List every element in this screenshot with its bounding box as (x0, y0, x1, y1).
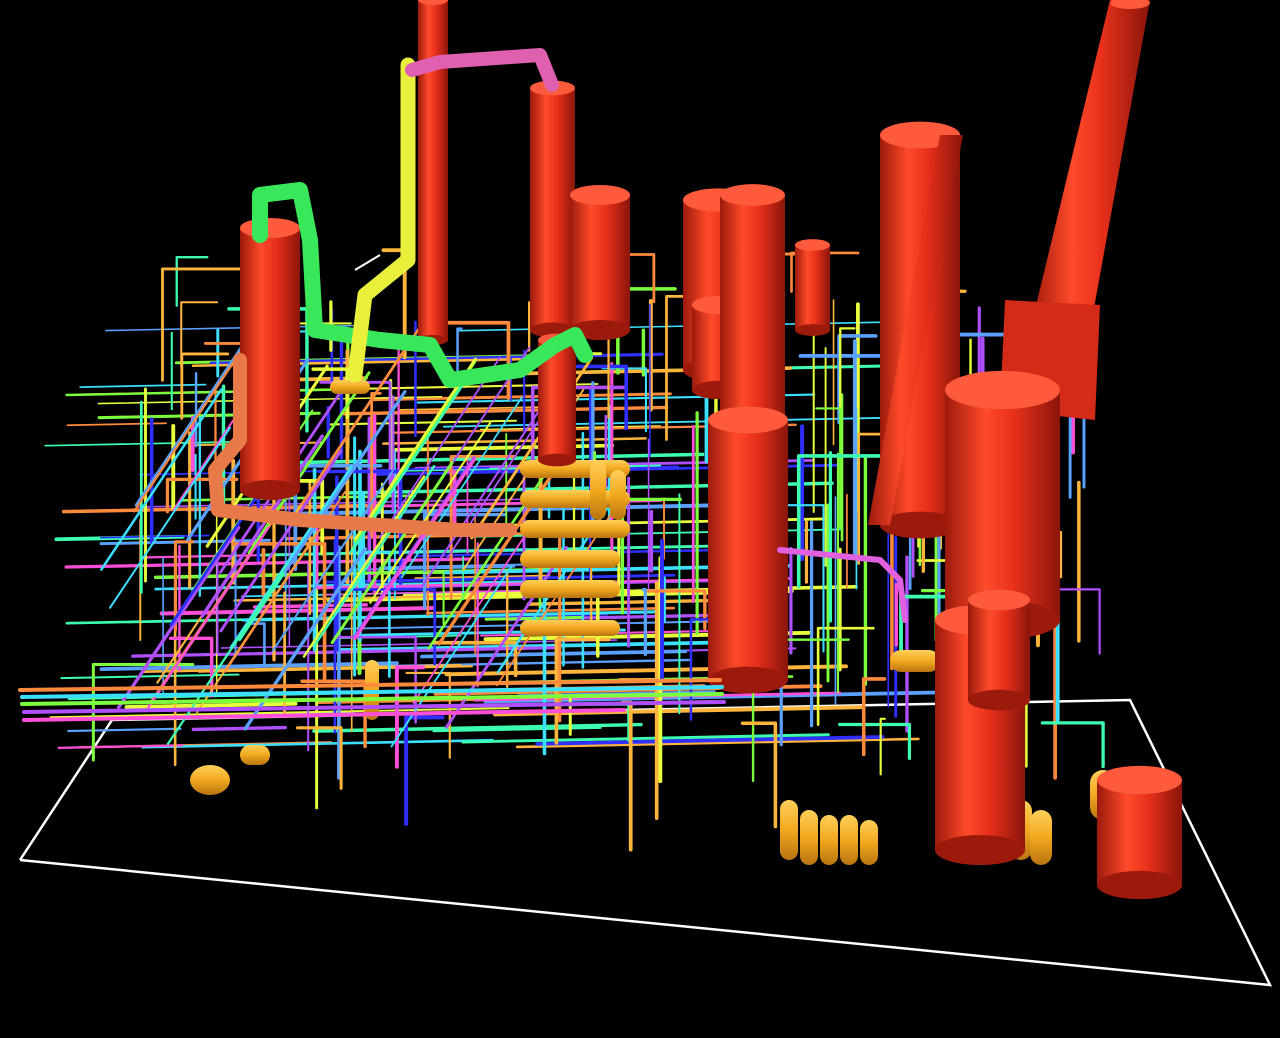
rear-drum-a-top (570, 185, 630, 205)
front-right-column-bottom (935, 835, 1025, 865)
rear-drum-d-top (795, 239, 830, 251)
pipe (347, 57, 416, 383)
equipment-drum (520, 580, 620, 598)
equipment-drum (520, 620, 620, 636)
left-vessel (240, 218, 300, 500)
centre-short-column-bottom (538, 453, 576, 467)
pipe (456, 327, 463, 377)
equipment-drum (240, 745, 270, 765)
front-small-vessel-top (1097, 765, 1182, 795)
front-small-vessel (1097, 765, 1182, 900)
front-mid-vessel-bottom (968, 689, 1030, 711)
pipe (79, 383, 207, 388)
equipment-drum (800, 810, 818, 865)
rear-drum-a (570, 185, 630, 340)
equipment-drum (780, 800, 798, 860)
pipe (100, 534, 210, 539)
equipment-drum (330, 380, 370, 394)
pipe (295, 726, 343, 790)
rear-drum-d-bottom (795, 324, 830, 336)
pipe (573, 364, 628, 431)
pipe (1040, 721, 1105, 769)
front-mid-vessel-top (968, 589, 1030, 611)
left-vessel-body (240, 228, 300, 490)
equipment-drum (860, 820, 878, 865)
left-vessel-bottom (240, 480, 300, 500)
3d-viewport[interactable] (0, 0, 1280, 1038)
equipment-drum (610, 470, 626, 520)
site-boundary-back (354, 254, 381, 271)
left-vessel-top (240, 218, 300, 238)
equipment-drum (890, 650, 940, 672)
main-column (708, 406, 788, 694)
pipe (191, 725, 287, 732)
center-column-body (530, 88, 575, 330)
pipe (175, 256, 209, 307)
main-column-body (708, 420, 788, 680)
main-column-top (708, 406, 788, 434)
tall-flare-stack (1030, 0, 1150, 330)
pipe (180, 301, 219, 369)
front-mid-vessel-body (968, 600, 1030, 700)
center-column (530, 80, 575, 338)
equipment-drum (520, 520, 630, 538)
front-small-vessel-bottom (1097, 870, 1182, 900)
rear-drum-d-body (795, 245, 830, 330)
rear-stack-body (418, 0, 448, 340)
equipment-drum (590, 460, 606, 520)
pipe (457, 320, 904, 332)
pipe (67, 727, 182, 733)
reactor-top (945, 370, 1060, 410)
equipment-drum (840, 815, 858, 865)
equipment-drum (820, 815, 838, 865)
rear-drum-a-body (570, 195, 630, 330)
front-small-vessel-body (1097, 780, 1182, 885)
plant-3d-model[interactable] (0, 0, 1280, 1038)
vessel-layer (240, 0, 1182, 900)
front-mid-vessel (968, 589, 1030, 711)
rear-drum-d (795, 239, 830, 336)
rear-stack (418, 0, 448, 345)
equipment-drum (190, 765, 230, 795)
pipe (65, 388, 348, 397)
reactor-body (945, 390, 1060, 620)
equipment-drum (1030, 810, 1052, 865)
pipe (879, 717, 886, 776)
main-column-upper-top (720, 184, 785, 206)
equipment-drum (520, 550, 620, 568)
pipe (404, 715, 445, 826)
